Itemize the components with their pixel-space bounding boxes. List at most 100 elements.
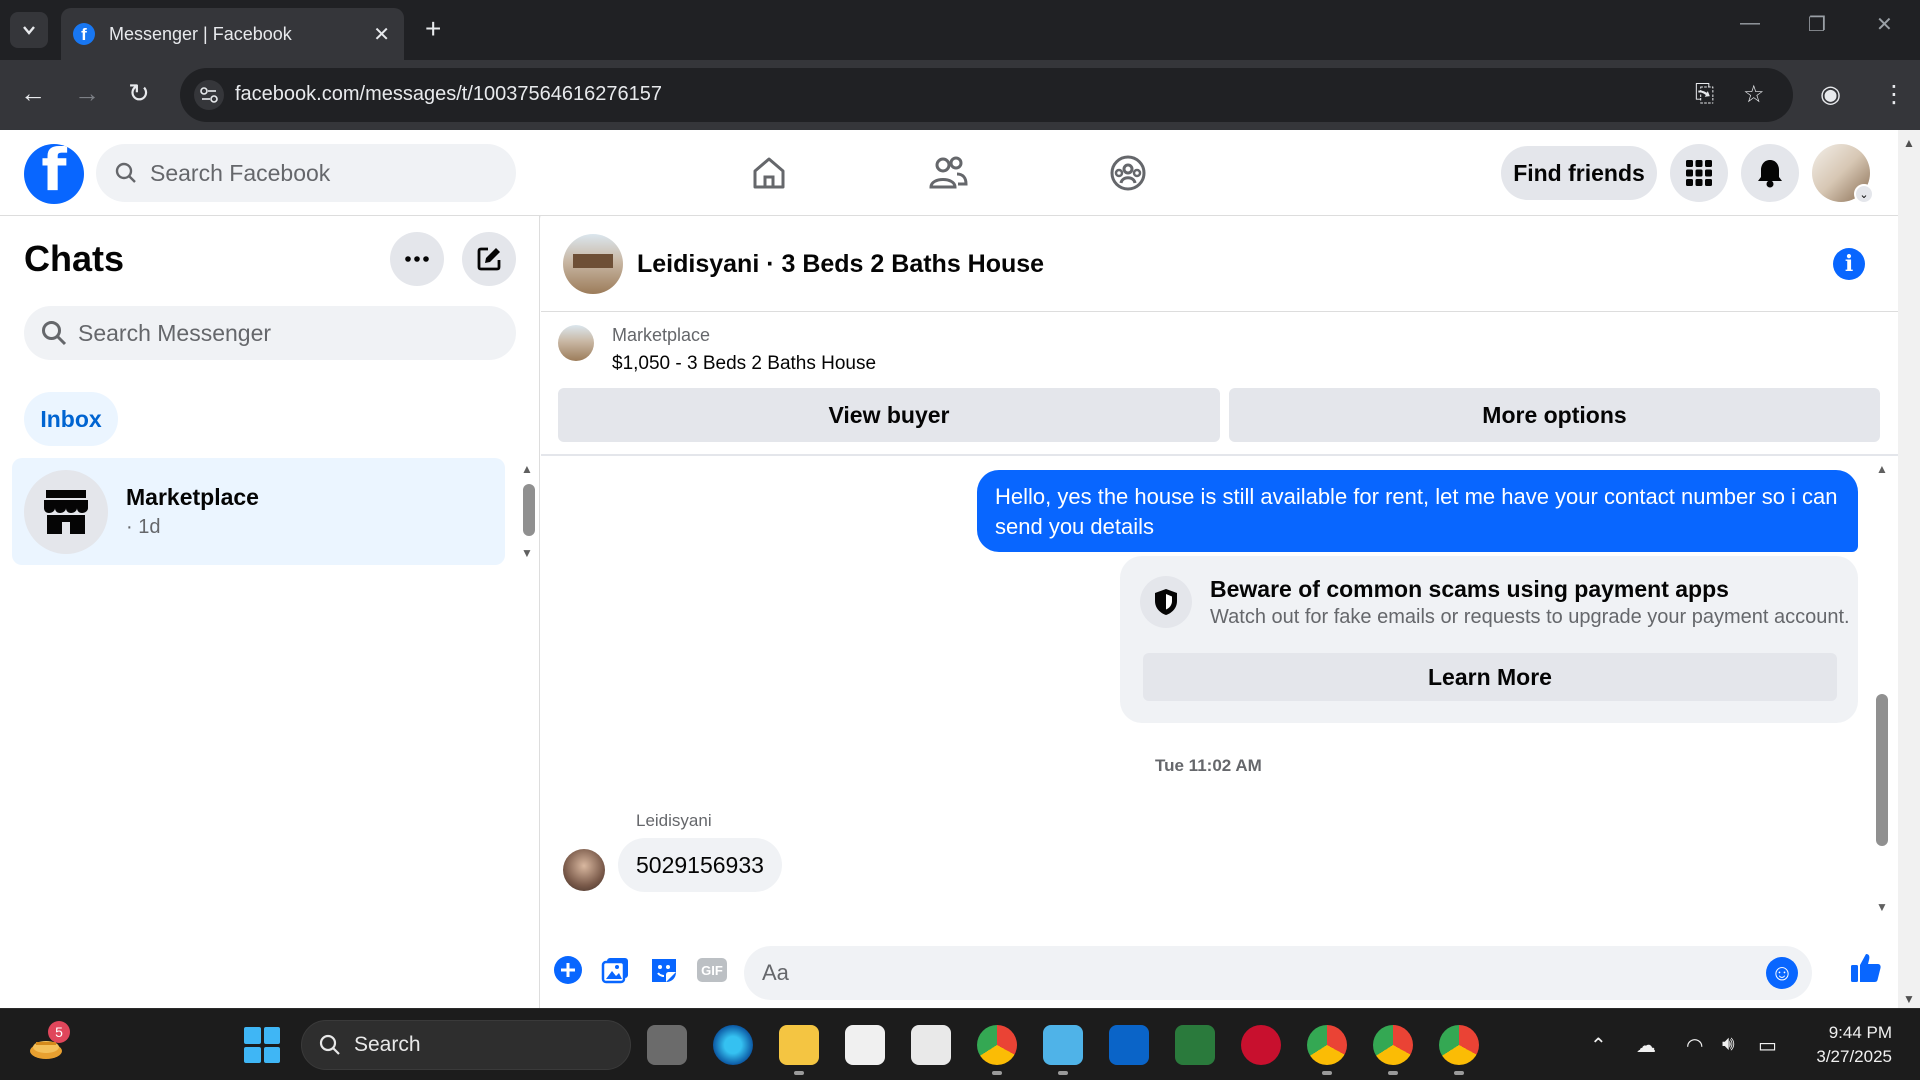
new-message-button[interactable]	[462, 232, 516, 286]
account-avatar[interactable]: ⌄	[1812, 144, 1874, 204]
facebook-logo-icon[interactable]: f	[24, 144, 84, 204]
chrome-profile-icon[interactable]	[1373, 1025, 1413, 1075]
menu-grid-icon	[1686, 160, 1712, 186]
svg-text:GIF: GIF	[701, 963, 723, 978]
menu-button[interactable]	[1670, 144, 1728, 202]
volume-icon[interactable]: 🔊︎	[1722, 1033, 1735, 1056]
scroll-up-arrow-icon[interactable]: ▲	[1876, 462, 1888, 476]
scroll-down-arrow-icon[interactable]: ▼	[521, 546, 533, 560]
scroll-up-arrow-icon[interactable]: ▲	[521, 462, 533, 476]
chrome-icon[interactable]	[977, 1025, 1017, 1075]
conversation-avatar[interactable]	[563, 234, 623, 294]
messenger-search-input[interactable]: Search Messenger	[24, 306, 516, 360]
more-options-button[interactable]: More options	[1229, 388, 1880, 442]
search-icon	[115, 162, 136, 183]
minimize-icon[interactable]: —	[1740, 12, 1760, 35]
info-icon[interactable]: i	[1833, 248, 1865, 280]
download-manager-icon[interactable]	[1175, 1025, 1215, 1065]
home-icon	[753, 157, 785, 189]
menu-kebab-icon[interactable]: ⋮	[1882, 80, 1906, 109]
chrome-profile-icon[interactable]	[1307, 1025, 1347, 1075]
nav-friends[interactable]	[920, 150, 976, 196]
view-buyer-button[interactable]: View buyer	[558, 388, 1220, 442]
conversation-scrollbar-thumb[interactable]	[1876, 694, 1888, 846]
search-placeholder: Search Facebook	[150, 159, 331, 186]
emoji-icon[interactable]: ☺	[1766, 957, 1798, 989]
scroll-up-arrow-icon[interactable]: ▲	[1903, 136, 1915, 150]
forward-icon[interactable]: →	[74, 78, 100, 108]
tab-title: Messenger | Facebook	[109, 23, 292, 44]
sidebar-scrollbar-thumb[interactable]	[523, 484, 535, 536]
chevron-down-icon: ⌄	[1854, 184, 1874, 204]
antivirus-icon[interactable]	[1241, 1025, 1281, 1065]
chat-list-item[interactable]: Marketplace · 1d	[12, 458, 505, 565]
facebook-search-input[interactable]: Search Facebook	[96, 144, 516, 202]
page-scrollbar[interactable]: ▲ ▼	[1898, 130, 1920, 1008]
chat-time: · 1d	[126, 516, 161, 538]
snipping-tool-icon[interactable]	[911, 1025, 951, 1065]
conversation-title[interactable]: Leidisyani · 3 Beds 2 Baths House	[637, 250, 1044, 279]
tab-inbox[interactable]: Inbox	[24, 392, 118, 446]
battery-icon[interactable]: ▭	[1758, 1033, 1777, 1058]
bookmark-star-icon[interactable]: ☆	[1743, 80, 1765, 109]
notifications-button[interactable]	[1741, 144, 1799, 202]
address-bar[interactable]: facebook.com/messages/t/1003756461627615…	[180, 68, 1793, 122]
chat-options-button[interactable]	[390, 232, 444, 286]
new-tab-button[interactable]: +	[425, 14, 441, 44]
chats-sidebar: Chats Search Messenger Inbox Marketplace…	[0, 216, 540, 1008]
profile-icon[interactable]: ◉	[1820, 80, 1841, 109]
edge-icon[interactable]	[713, 1025, 753, 1065]
start-button[interactable]	[244, 1027, 280, 1063]
photo-icon[interactable]	[600, 954, 632, 986]
task-view-icon[interactable]	[647, 1025, 687, 1065]
message-composer: GIF Aa ☺	[541, 932, 1898, 1008]
sender-avatar[interactable]	[563, 849, 605, 891]
site-info-icon[interactable]	[194, 80, 224, 110]
install-app-icon[interactable]: ⎘	[1695, 80, 1714, 108]
search-icon	[319, 1034, 340, 1055]
marketplace-label: Marketplace	[612, 325, 711, 345]
sender-name: Leidisyani	[636, 811, 712, 830]
learn-more-button[interactable]: Learn More	[1143, 653, 1837, 701]
sticker-icon[interactable]	[648, 954, 680, 986]
file-explorer-icon[interactable]	[779, 1025, 819, 1075]
nav-groups[interactable]	[1100, 150, 1156, 196]
marketplace-avatar	[24, 470, 108, 554]
system-clock[interactable]: 9:44 PM 3/27/2025	[1806, 1021, 1892, 1069]
close-tab-icon[interactable]: ✕	[373, 22, 390, 47]
listing-thumbnail	[558, 325, 594, 361]
thumbs-up-icon[interactable]	[1848, 950, 1884, 986]
scroll-down-arrow-icon[interactable]: ▼	[1876, 900, 1888, 914]
restore-icon[interactable]: ❐	[1808, 12, 1826, 37]
message-input[interactable]: Aa ☺	[744, 946, 1812, 1000]
reload-icon[interactable]: ↻	[128, 78, 150, 108]
browser-toolbar: ← → ↻ facebook.com/messages/t/1003756461…	[0, 60, 1920, 130]
bell-icon	[1758, 160, 1782, 188]
chrome-profile-icon[interactable]	[1439, 1025, 1479, 1075]
notepad-icon[interactable]	[1043, 1025, 1083, 1075]
microsoft-store-icon[interactable]	[845, 1025, 885, 1065]
browser-tab-bar: f Messenger | Facebook ✕ + — ❐ ✕	[0, 0, 1920, 60]
show-hidden-icons-chevron-icon[interactable]: ⌃	[1590, 1033, 1607, 1058]
browser-tab[interactable]: f Messenger | Facebook ✕	[61, 8, 404, 60]
find-friends-button[interactable]: Find friends	[1501, 146, 1657, 200]
onedrive-icon[interactable]: ☁	[1636, 1033, 1656, 1058]
nav-home[interactable]	[741, 150, 797, 196]
back-icon[interactable]: ←	[20, 78, 46, 108]
wifi-icon[interactable]: ◠	[1686, 1033, 1703, 1058]
scroll-down-arrow-icon[interactable]: ▼	[1903, 992, 1915, 1006]
windows-taskbar: 5 Search ⌃ ☁ ◠ 🔊︎ ▭ 9:44 PM 3/27/2025	[0, 1008, 1920, 1080]
scam-warning-subtitle: Watch out for fake emails or requests to…	[1210, 606, 1850, 628]
listing-title[interactable]: $1,050 - 3 Beds 2 Baths House	[612, 353, 876, 375]
more-dots-icon	[405, 256, 429, 262]
conversation-panel: Leidisyani · 3 Beds 2 Baths House i Mark…	[541, 216, 1898, 1008]
compose-icon	[477, 247, 501, 271]
clock-time: 9:44 PM	[1828, 1023, 1892, 1042]
close-window-icon[interactable]: ✕	[1876, 12, 1893, 37]
taskbar-search-input[interactable]: Search	[301, 1020, 631, 1070]
tab-list-button[interactable]	[10, 12, 48, 48]
gif-icon[interactable]: GIF	[696, 954, 728, 986]
plus-circle-icon[interactable]	[552, 954, 584, 986]
scam-warning-card: Beware of common scams using payment app…	[1120, 556, 1858, 723]
outlook-icon[interactable]	[1109, 1025, 1149, 1065]
